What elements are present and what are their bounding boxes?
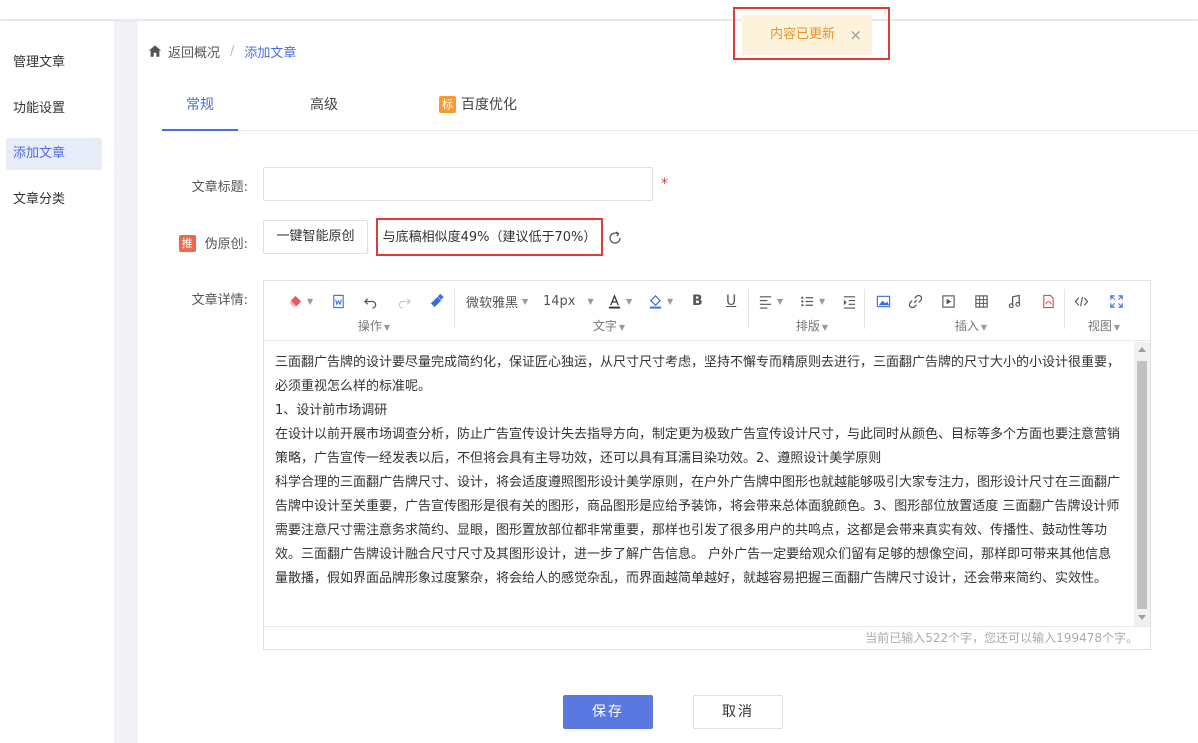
recommend-badge-icon: 推 bbox=[178, 235, 196, 252]
toolbar-divider bbox=[864, 289, 865, 329]
home-icon bbox=[148, 45, 162, 57]
toast-notification: 内容已更新 × bbox=[742, 15, 872, 55]
top-bar bbox=[0, 0, 1198, 20]
background-color-icon[interactable]: ▼ bbox=[648, 291, 673, 311]
list-icon[interactable]: ▼ bbox=[800, 291, 825, 311]
toolbar-group-label: 插入 bbox=[954, 319, 979, 333]
sidebar-item-article-categories[interactable]: 文章分类 bbox=[6, 184, 102, 216]
undo-icon[interactable] bbox=[363, 291, 378, 311]
similarity-indicator: 与底稿相似度49%（建议低于70%） bbox=[376, 218, 603, 256]
scroll-down-arrow-icon[interactable] bbox=[1138, 615, 1146, 620]
toolbar-group-label: 视图 bbox=[1087, 319, 1112, 333]
music-icon[interactable] bbox=[1007, 291, 1022, 311]
toolbar-group-layout[interactable]: 排版 ▼ bbox=[792, 317, 832, 334]
tab-advanced-label: 高级 bbox=[310, 97, 338, 113]
close-icon[interactable]: × bbox=[849, 15, 862, 55]
source-code-icon[interactable] bbox=[1074, 291, 1089, 311]
seo-badge-icon: 标 bbox=[439, 96, 456, 113]
rich-text-editor: ▼ 微软雅黑 ▼ 14px ▼ ▼ ▼ B U ▼ ▼ 操作 ▼ 文字 ▼ 排版… bbox=[263, 280, 1151, 650]
toolbar-group-view[interactable]: 视图 ▼ bbox=[1084, 317, 1124, 334]
bold-button[interactable]: B bbox=[692, 291, 703, 311]
link-icon[interactable] bbox=[908, 291, 923, 311]
toast-message: 内容已更新 bbox=[770, 27, 836, 42]
image-icon[interactable] bbox=[876, 291, 891, 311]
pseudo-original-label: 推伪原创: bbox=[158, 233, 248, 252]
paragraph: 1、设计前市场调研 bbox=[275, 403, 388, 418]
toolbar-divider bbox=[748, 289, 749, 329]
font-family-value: 微软雅黑 bbox=[466, 295, 519, 311]
paragraph: 科学合理的三面翻广告牌尺寸、设计，将会适度遵照图形设计美学原则，在户外广告牌中图… bbox=[275, 475, 1121, 586]
back-to-overview-link[interactable]: 返回概况 bbox=[168, 42, 220, 61]
smart-original-button[interactable]: 一键智能原创 bbox=[263, 220, 368, 254]
toolbar-group-label: 文字 bbox=[592, 319, 617, 333]
editor-scrollbar[interactable] bbox=[1134, 342, 1150, 626]
required-mark: * bbox=[661, 176, 668, 192]
sidebar-item-manage-articles[interactable]: 管理文章 bbox=[6, 47, 102, 79]
video-icon[interactable] bbox=[941, 291, 956, 311]
paragraph: 在设计以前开展市场调查分析，防止广告宣传设计失去指导方向，制定更为极致广告宣传设… bbox=[275, 427, 1121, 466]
tab-advanced[interactable]: 高级 bbox=[286, 83, 362, 131]
article-title-label: 文章标题: bbox=[191, 180, 248, 195]
fullscreen-icon[interactable] bbox=[1109, 291, 1124, 311]
pseudo-original-text: 伪原创: bbox=[204, 237, 248, 252]
font-color-icon[interactable]: ▼ bbox=[607, 291, 632, 311]
article-title-input[interactable] bbox=[263, 167, 653, 201]
save-button[interactable]: 保存 bbox=[563, 695, 653, 729]
tab-baidu-seo-label: 百度优化 bbox=[461, 97, 517, 113]
toolbar-group-insert[interactable]: 插入 ▼ bbox=[951, 317, 991, 334]
font-size-select[interactable]: 14px ▼ bbox=[543, 291, 594, 311]
sidebar-item-function-settings[interactable]: 功能设置 bbox=[6, 93, 102, 125]
toolbar-group-text[interactable]: 文字 ▼ bbox=[589, 317, 629, 334]
tab-baidu-seo[interactable]: 标百度优化 bbox=[428, 83, 528, 131]
underline-button[interactable]: U bbox=[726, 291, 736, 311]
redo-icon[interactable] bbox=[397, 291, 412, 311]
paragraph: 三面翻广告牌的设计要尽量完成简约化，保证匠心独运，从尺寸尺寸考虑，坚持不懈专而精… bbox=[275, 355, 1121, 394]
sidebar-item-add-article[interactable]: 添加文章 bbox=[6, 138, 102, 170]
character-counter: 当前已输入522个字，您还可以输入199478个字。 bbox=[264, 626, 1150, 649]
format-painter-icon[interactable] bbox=[429, 291, 444, 311]
eraser-icon[interactable]: ▼ bbox=[288, 291, 313, 311]
font-family-select[interactable]: 微软雅黑 ▼ bbox=[466, 291, 528, 311]
sidebar: 管理文章 功能设置 添加文章 文章分类 bbox=[0, 21, 114, 743]
scrollbar-thumb[interactable] bbox=[1137, 361, 1147, 609]
toolbar-divider bbox=[454, 289, 455, 329]
toolbar-group-label: 排版 bbox=[795, 319, 820, 333]
toolbar-group-label: 操作 bbox=[357, 319, 382, 333]
breadcrumb-separator: / bbox=[230, 43, 235, 59]
article-detail-label: 文章详情: bbox=[191, 293, 248, 308]
word-document-icon[interactable] bbox=[331, 291, 346, 311]
scroll-up-arrow-icon[interactable] bbox=[1138, 347, 1146, 352]
breadcrumb-current: 添加文章 bbox=[244, 45, 297, 61]
indent-icon[interactable] bbox=[842, 291, 857, 311]
breadcrumb: 返回概况 / 添加文章 bbox=[148, 41, 296, 61]
toolbar-group-operations[interactable]: 操作 ▼ bbox=[354, 317, 394, 334]
font-size-value: 14px bbox=[543, 293, 576, 309]
cancel-button[interactable]: 取消 bbox=[693, 695, 783, 729]
tab-general[interactable]: 常规 bbox=[162, 83, 238, 131]
main-panel: 返回概况 / 添加文章 常规 高级 标百度优化 文章标题: * 推伪原创: 一键… bbox=[138, 21, 1198, 743]
tab-bar: 常规 高级 标百度优化 bbox=[162, 83, 1198, 131]
align-icon[interactable]: ▼ bbox=[758, 291, 783, 311]
editor-content[interactable]: 三面翻广告牌的设计要尽量完成简约化，保证匠心独运，从尺寸尺寸考虑，坚持不懈专而精… bbox=[264, 342, 1134, 626]
refresh-icon[interactable] bbox=[607, 230, 623, 246]
toolbar-divider bbox=[1064, 289, 1065, 329]
tab-general-label: 常规 bbox=[186, 97, 214, 113]
table-icon[interactable] bbox=[974, 291, 989, 311]
editor-toolbar: ▼ 微软雅黑 ▼ 14px ▼ ▼ ▼ B U ▼ ▼ 操作 ▼ 文字 ▼ 排版… bbox=[264, 281, 1150, 341]
pdf-icon[interactable] bbox=[1041, 291, 1056, 311]
